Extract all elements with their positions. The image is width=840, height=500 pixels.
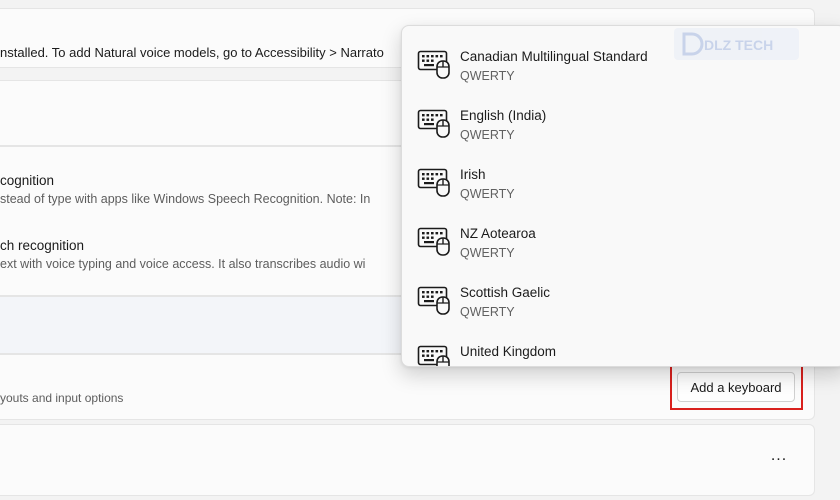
- keyboard-option-layout: QWERTY: [460, 69, 515, 83]
- keyboard-option[interactable]: United Kingdom QWERTY: [402, 329, 840, 366]
- keyboard-option-layout: QWERTY: [460, 305, 515, 319]
- speech-item-desc-1: stead of type with apps like Windows Spe…: [0, 192, 371, 206]
- keyboard-option-layout: QWERTY: [460, 187, 515, 201]
- watermark-text: DLZ TECH: [704, 37, 773, 53]
- keyboard-option[interactable]: Irish QWERTY: [402, 152, 840, 210]
- add-keyboard-highlight: Add a keyboard: [670, 364, 803, 410]
- keyboard-option[interactable]: English (India) QWERTY: [402, 93, 840, 151]
- keyboard-option-layout: QWERTY: [460, 364, 515, 366]
- keyboards-desc: youts and input options: [0, 391, 124, 405]
- keyboard-option-name: NZ Aotearoa: [460, 226, 536, 241]
- keyboard-layout-row: [0, 424, 815, 496]
- keyboard-option[interactable]: NZ Aotearoa QWERTY: [402, 211, 840, 269]
- speech-item-title-1: cognition: [0, 173, 55, 188]
- keyboard-option-name: English (India): [460, 108, 547, 123]
- keyboard-option[interactable]: Scottish Gaelic QWERTY: [402, 270, 840, 328]
- watermark-logo: DLZ TECH: [674, 28, 799, 60]
- keyboard-flyout: Canadian Multilingual Standard QWERTY Engl…: [401, 25, 840, 367]
- keyboard-icon: [417, 227, 451, 257]
- keyboard-icon: [417, 345, 451, 366]
- keyboard-icon: [417, 286, 451, 316]
- more-options-button[interactable]: ...: [764, 445, 794, 471]
- voice-info-text: nstalled. To add Natural voice models, g…: [0, 45, 384, 60]
- speech-item-title-2: ch recognition: [0, 238, 85, 253]
- add-keyboard-button[interactable]: Add a keyboard: [677, 372, 795, 402]
- keyboard-option-name: Canadian Multilingual Standard: [460, 49, 648, 64]
- speech-item-desc-2: ext with voice typing and voice access. …: [0, 257, 366, 271]
- watermark-graphic: DLZ TECH: [674, 28, 799, 60]
- keyboard-option-name: United Kingdom: [460, 344, 557, 359]
- keyboard-option-layout: QWERTY: [460, 246, 515, 260]
- keyboard-option-name: Irish: [460, 167, 486, 182]
- keyboard-icon: [417, 168, 451, 198]
- keyboard-option-name: Scottish Gaelic: [460, 285, 551, 300]
- keyboard-icon: [417, 50, 451, 80]
- keyboard-option-layout: QWERTY: [460, 128, 515, 142]
- keyboard-icon: [417, 109, 451, 139]
